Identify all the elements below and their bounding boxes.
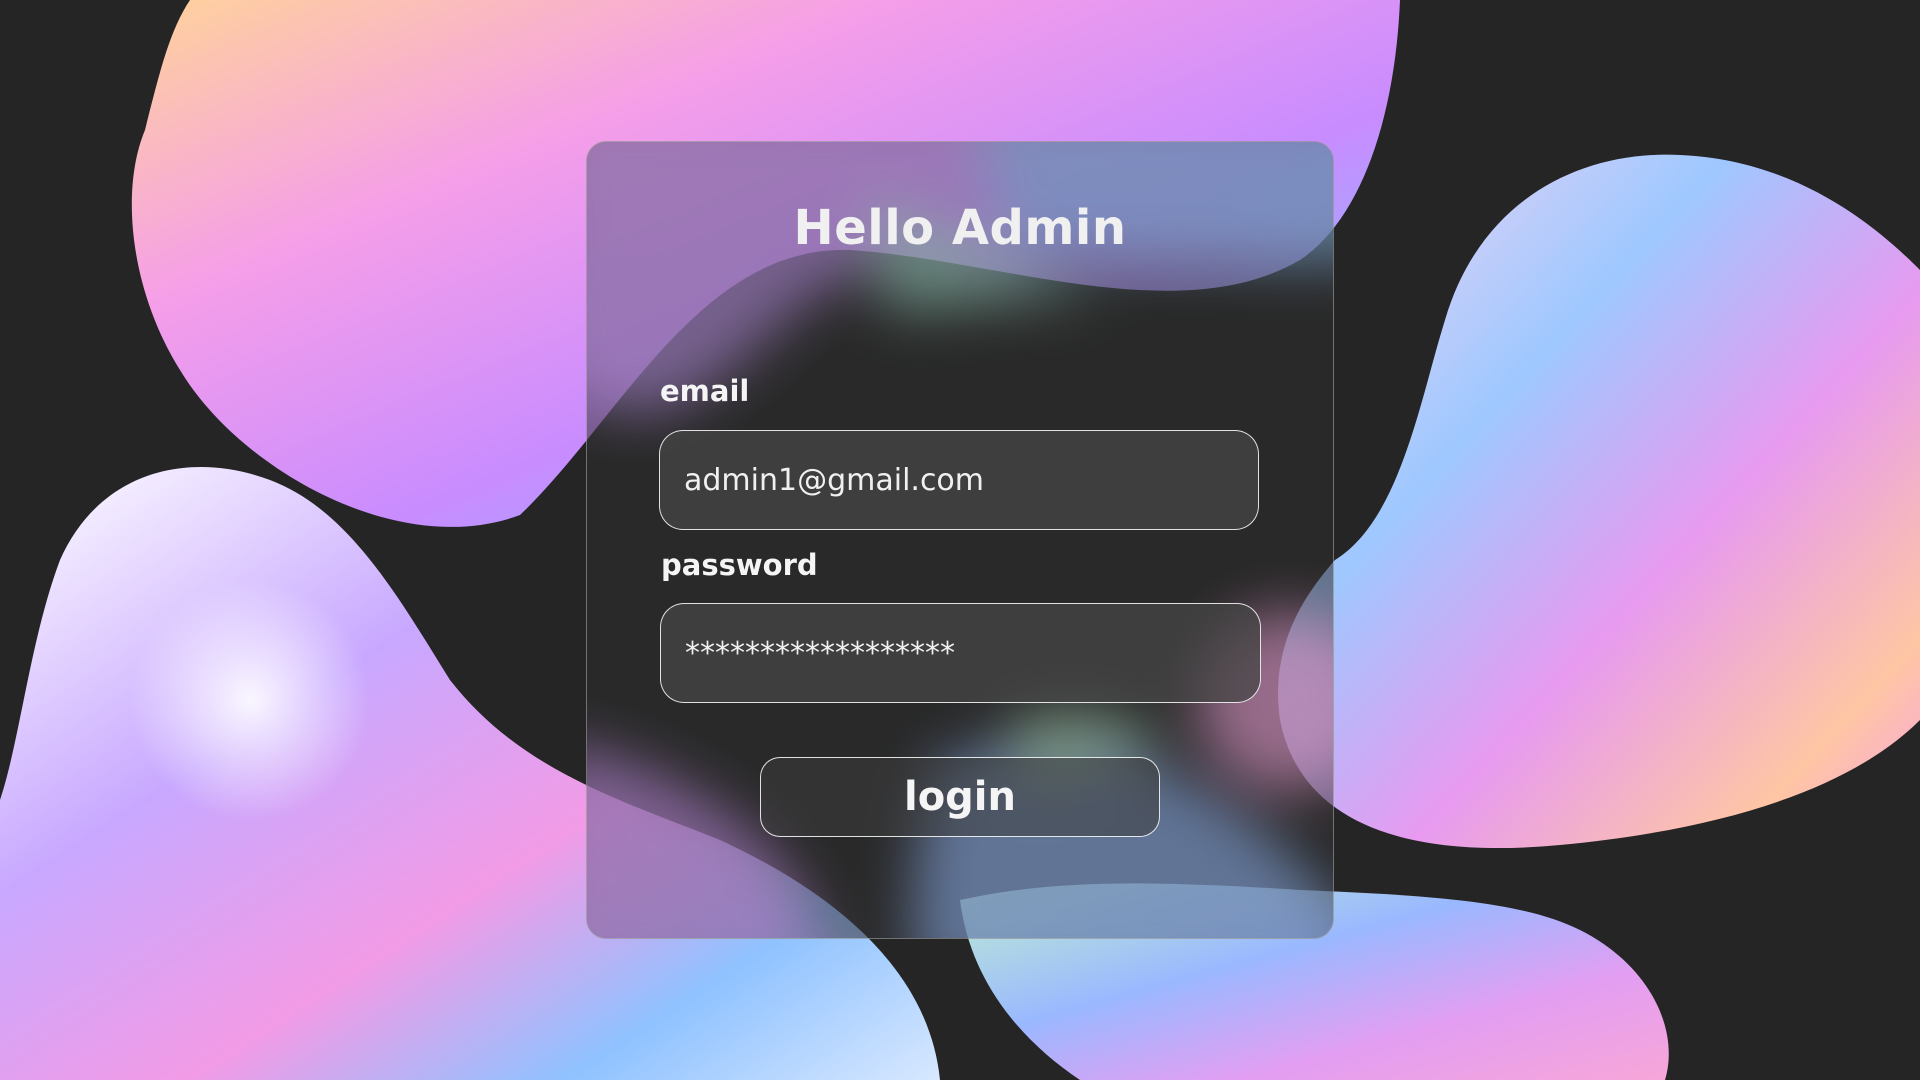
page-title: Hello Admin: [793, 200, 1127, 256]
password-value: ******************: [685, 635, 955, 671]
login-button-label: login: [903, 774, 1016, 820]
email-value: admin1@gmail.com: [684, 462, 985, 498]
login-button[interactable]: login: [760, 757, 1160, 837]
email-field[interactable]: admin1@gmail.com: [659, 430, 1259, 530]
login-card: Hello Admin email admin1@gmail.com passw…: [586, 141, 1334, 939]
password-label: password: [661, 548, 818, 582]
email-label: email: [660, 374, 750, 408]
password-field[interactable]: ******************: [660, 603, 1261, 703]
